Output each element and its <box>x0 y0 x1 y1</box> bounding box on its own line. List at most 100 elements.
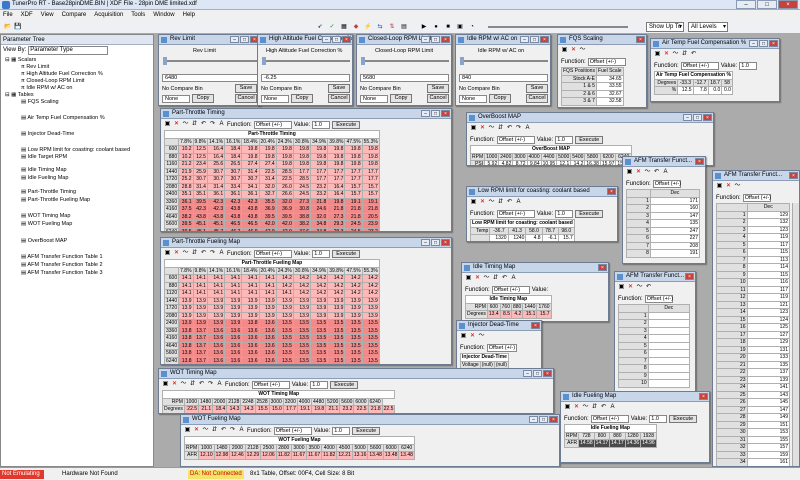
table-cell[interactable]: 14.2 <box>275 274 294 283</box>
scalar-slider[interactable] <box>262 57 350 65</box>
table-cell[interactable]: 19.8 <box>344 152 363 161</box>
table-cell[interactable]: 21.2 <box>178 160 194 169</box>
table-cell[interactable]: 13.5 <box>292 319 312 328</box>
table-cell[interactable]: 19.8 <box>292 160 312 169</box>
redo-icon[interactable]: ↷ <box>209 250 216 257</box>
table-cell[interactable]: 4.2 <box>510 310 524 319</box>
table-cell[interactable]: 13.9 <box>292 304 312 313</box>
function-select[interactable]: Offset (+/-) <box>273 426 312 435</box>
table-cell[interactable]: 132 <box>746 218 791 227</box>
table-cell[interactable]: 21.8 <box>367 405 383 413</box>
table-cell[interactable]: 14.2 <box>327 281 346 290</box>
table-cell[interactable]: 18.4 <box>212 405 228 413</box>
table-cell[interactable]: 129 <box>746 210 791 219</box>
table-cell[interactable]: 13.8 <box>241 319 260 328</box>
table-cell[interactable]: 17.7 <box>327 175 346 184</box>
pointer-icon[interactable]: ➶ <box>316 23 324 31</box>
table-cell[interactable]: 1320 <box>489 234 509 241</box>
table-cell[interactable]: 13.5 <box>275 349 294 358</box>
tree-item-wot-fueling[interactable]: ▤ WOT Fueling Map <box>21 221 72 228</box>
table-cell[interactable]: 14.36 <box>624 439 642 448</box>
delete-icon[interactable]: ✕ <box>479 125 486 132</box>
table-cell[interactable]: 36.1 <box>206 190 226 199</box>
table-cell[interactable]: 149 <box>746 413 791 422</box>
execute-button[interactable]: Execute <box>330 380 359 389</box>
edit-icon[interactable]: ▣ <box>626 169 633 176</box>
table-cell[interactable]: 19.8 <box>310 152 329 161</box>
table-cell[interactable]: 13.8 <box>178 334 194 343</box>
close-button[interactable]: × <box>695 158 704 165</box>
table-cell[interactable]: 14.2 <box>344 281 363 290</box>
table-cell[interactable]: 13.5 <box>292 334 312 343</box>
table-cell[interactable]: 32.7 <box>258 190 277 199</box>
table-cell[interactable]: 13.9 <box>361 296 380 305</box>
table-cell[interactable]: 16.4 <box>206 152 226 161</box>
table-cell[interactable]: 147 <box>746 405 791 414</box>
table-cell[interactable]: 19.8 <box>310 145 329 154</box>
table-cell[interactable]: 28.5 <box>275 167 294 176</box>
table-cell[interactable]: 30.7 <box>224 167 243 176</box>
table-cell[interactable]: 19.8 <box>344 160 363 169</box>
table-cell[interactable]: 13.9 <box>241 304 260 313</box>
function-select[interactable]: Offset (+/-) <box>587 57 626 66</box>
table-cell[interactable]: 20.5 <box>361 212 380 221</box>
table-cell[interactable]: 18.4 <box>224 145 243 154</box>
table-cell[interactable]: 157 <box>746 443 791 452</box>
table-cell[interactable]: 13.9 <box>361 311 380 320</box>
close-button[interactable]: × <box>598 264 607 271</box>
table-cell[interactable]: 191 <box>649 249 701 258</box>
close-button[interactable]: × <box>540 36 549 43</box>
function-select[interactable]: Offset (+/-) <box>486 343 517 352</box>
table-cell[interactable] <box>647 349 691 358</box>
table-cell[interactable]: 13.6 <box>224 326 243 335</box>
value-input[interactable]: 1.0 <box>332 426 351 435</box>
execute-button[interactable]: Execute <box>332 249 361 258</box>
delete-icon[interactable]: ✕ <box>171 381 178 388</box>
table-cell[interactable]: 13.9 <box>275 296 294 305</box>
table-cell[interactable]: 12.5 <box>192 145 208 154</box>
maximize-button[interactable]: □ <box>530 36 539 43</box>
table-cell[interactable]: 32.0 <box>275 197 294 206</box>
table-cell[interactable]: 13.6 <box>241 349 260 358</box>
table-cell[interactable]: 227 <box>649 234 701 243</box>
table-cell[interactable]: 34.65 <box>595 74 624 83</box>
table-cell[interactable]: 46.9 <box>241 227 260 231</box>
table-cell[interactable]: 19.8 <box>327 160 346 169</box>
function-select[interactable]: Offset (+/-) <box>644 294 673 303</box>
text-icon[interactable]: A <box>515 199 522 206</box>
table-cell[interactable]: 171 <box>649 196 701 205</box>
table-cell[interactable]: 21.8 <box>310 197 329 206</box>
maximize-button[interactable]: □ <box>539 416 548 423</box>
table-cell[interactable]: 13.9 <box>206 304 226 313</box>
text-icon[interactable]: A <box>218 250 225 257</box>
function-select[interactable]: Offset (+/-) <box>491 285 530 294</box>
table-cell[interactable]: 247 <box>649 226 701 235</box>
table-cell[interactable]: 15.0 <box>268 405 284 413</box>
table-cell[interactable]: 123 <box>746 225 791 234</box>
undo-icon[interactable]: ↶ <box>200 121 207 128</box>
table-cell[interactable]: 13.8 <box>178 349 194 358</box>
table-cell[interactable]: 15.7 <box>557 234 575 241</box>
table-cell[interactable]: 13.5 <box>327 341 346 350</box>
table-cell[interactable]: 25.6 <box>206 160 226 169</box>
close-button[interactable]: × <box>549 416 558 423</box>
table-cell[interactable]: 12.10 <box>198 451 215 460</box>
execute-button[interactable]: Execute <box>332 120 361 129</box>
table-cell[interactable]: 13.5 <box>344 326 363 335</box>
tree-item-rev-limit[interactable]: π Rev Limit <box>21 64 49 71</box>
table-cell[interactable]: 13.5 <box>310 334 329 343</box>
table-cell[interactable]: 14.1 <box>241 289 260 298</box>
table-cell[interactable] <box>647 341 691 350</box>
table-cell[interactable]: 14.1 <box>192 274 208 283</box>
table-cell[interactable]: 17.7 <box>361 167 380 176</box>
table-cell[interactable]: 36.9 <box>275 205 294 214</box>
table-cell[interactable]: 17.7 <box>361 175 380 184</box>
table-cell[interactable]: 31.4 <box>206 182 226 191</box>
table-cell[interactable]: 13.5 <box>344 349 363 358</box>
table-cell[interactable]: 19.8 <box>292 152 312 161</box>
table-cell[interactable]: 4.82 <box>498 160 514 165</box>
table-cell[interactable]: 19.8 <box>275 145 294 154</box>
table-cell[interactable]: 13.5 <box>275 356 294 364</box>
table-cell[interactable]: 13.5 <box>327 356 346 364</box>
table-cell[interactable]: 13.9 <box>275 311 294 320</box>
